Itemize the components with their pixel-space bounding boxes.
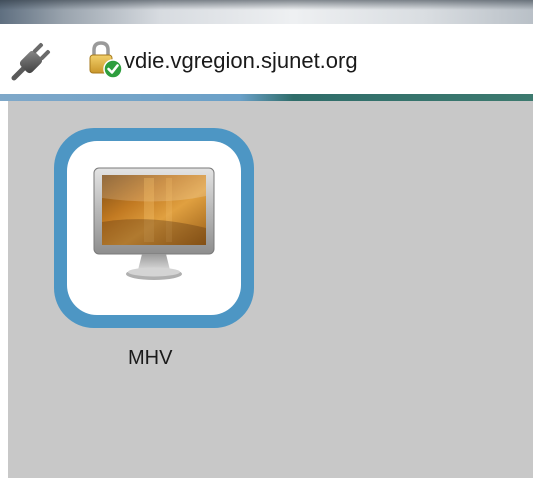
- monitor-icon: [90, 162, 218, 290]
- lock-verified-icon[interactable]: [86, 40, 124, 80]
- plug-icon[interactable]: [10, 36, 56, 82]
- address-bar-accent: [0, 94, 533, 101]
- app-tile-mhv[interactable]: [54, 128, 254, 328]
- browser-window: vdie.vgregion.sjunet.org MHV: [0, 0, 533, 478]
- title-strip-shade: [0, 0, 533, 10]
- address-host[interactable]: vdie.vgregion.sjunet.org: [124, 48, 358, 74]
- left-margin: [0, 101, 8, 478]
- address-bar[interactable]: vdie.vgregion.sjunet.org: [0, 24, 533, 94]
- app-label-mhv[interactable]: MHV: [54, 346, 282, 370]
